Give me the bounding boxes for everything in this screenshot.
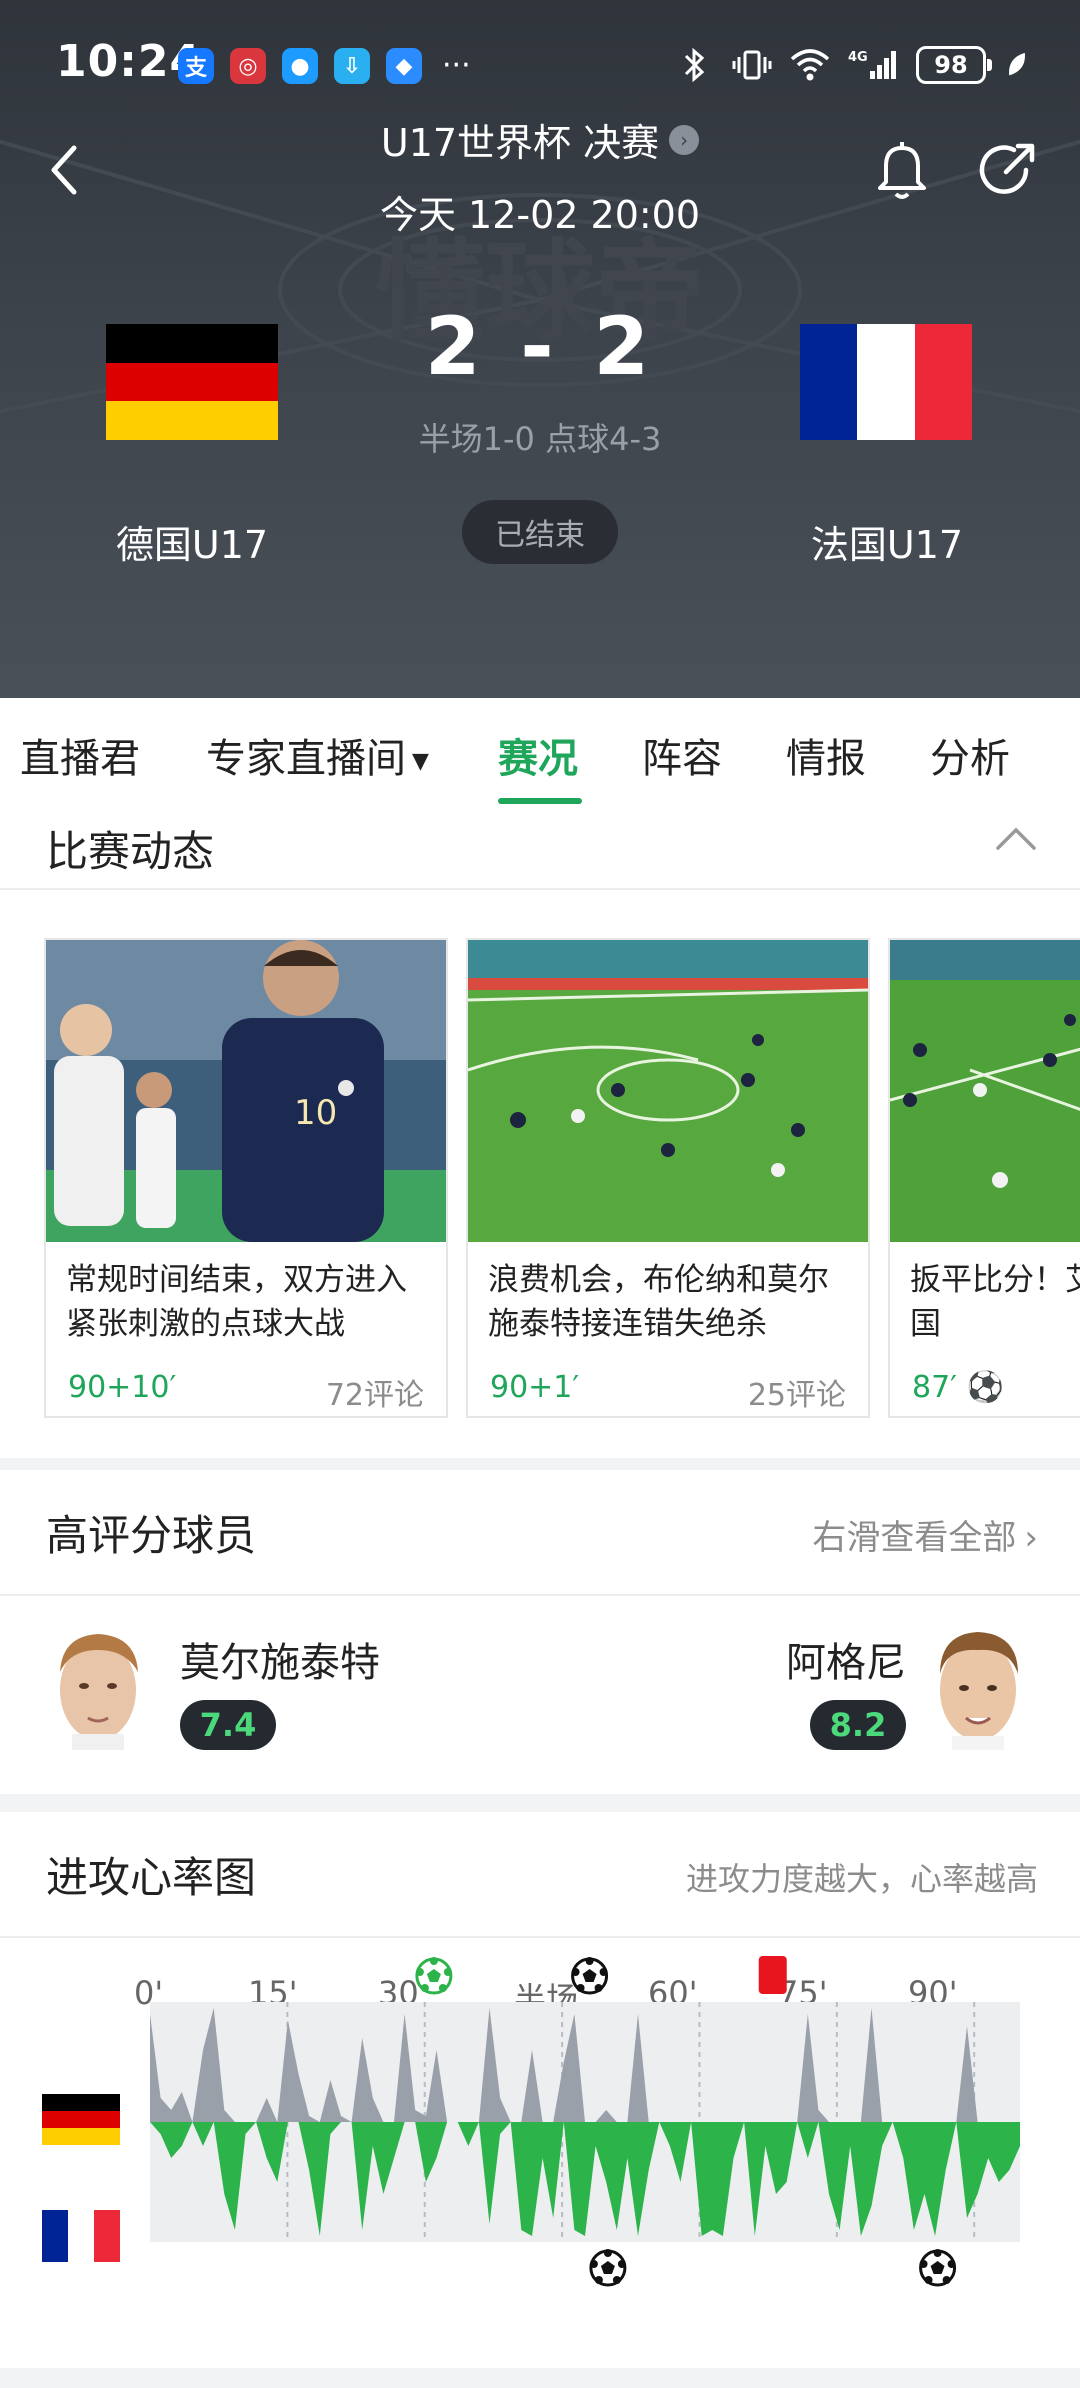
news-thumbnail: 10 [46, 940, 446, 1242]
tab-bar: 直播君 专家直播间 ▼ 赛况 阵容 情报 分析 [0, 698, 1080, 808]
match-status-badge: 已结束 [462, 500, 618, 564]
news-headline: 扳平比分！艾古进球，法国 [910, 1262, 1080, 1342]
top-players-header: 高评分球员 右滑查看全部 › [0, 1470, 1080, 1596]
news-app-icon: ◎ [230, 48, 266, 84]
tab-analysis[interactable]: 分析 [930, 726, 1010, 786]
dropdown-caret-icon: ▼ [412, 748, 429, 774]
status-bar: 10:24 支 ◎ ● ⇩ ◆ ··· 4G 98 [0, 0, 1080, 130]
match-dynamics-viewport: 比赛动态 10 常规时间结束，双方进入紧张刺激的点球大战 90+10′ 72评论 [0, 808, 1080, 1458]
battery-indicator: 98 [916, 46, 992, 84]
news-headline: 浪费机会，布伦纳和莫尔施泰特接连错失绝杀 [488, 1262, 829, 1342]
player-avatar[interactable] [46, 1620, 150, 1750]
active-tab-indicator [498, 798, 582, 804]
match-dynamics-header[interactable]: 比赛动态 [0, 808, 1080, 890]
battery-saver-leaf-icon [1009, 52, 1025, 76]
tab-match-status[interactable]: 赛况 [498, 726, 578, 786]
bell-icon[interactable] [872, 138, 932, 202]
chevron-right-icon: › [1024, 1518, 1038, 1558]
match-dynamics-section: 比赛动态 10 常规时间结束，双方进入紧张刺激的点球大战 90+10′ 72评论 [0, 808, 1080, 1458]
home-team-name[interactable]: 德国U17 [62, 514, 322, 569]
news-card[interactable]: 10 常规时间结束，双方进入紧张刺激的点球大战 90+10′ 72评论 [44, 938, 448, 1418]
goal-ball-icon [919, 2249, 957, 2287]
attack-heart-rate-section: 进攻心率图 进攻力度越大，心率越高 0' 15' 30' 半场 60' 75' … [0, 1812, 1080, 2368]
status-icons: 4G 98 [674, 46, 1030, 84]
download-app-icon: ⇩ [334, 48, 370, 84]
svg-text:4G: 4G [848, 50, 868, 65]
news-minute: 87′ ⚽ [912, 1370, 1004, 1405]
news-thumbnail [468, 940, 868, 1242]
player-rating-badge: 7.4 [180, 1700, 276, 1750]
section-subtitle: 进攻力度越大，心率越高 [685, 1860, 1038, 1898]
chevron-up-icon[interactable] [994, 824, 1038, 854]
news-minute: 90+1′ [490, 1370, 580, 1405]
news-card[interactable]: 扳平比分！艾古进球，法国 87′ ⚽ [888, 938, 1080, 1418]
news-comment-count[interactable]: 72评论 [326, 1370, 424, 1414]
news-headline: 常规时间结束，双方进入紧张刺激的点球大战 [66, 1262, 407, 1342]
wifi-icon [790, 49, 830, 81]
back-arrow-icon[interactable] [44, 142, 88, 198]
alipay-icon: 支 [178, 48, 214, 84]
player-rating-badge: 8.2 [810, 1700, 906, 1750]
browser-app-icon: ◆ [386, 48, 422, 84]
competition-title-text: U17世界杯 决赛 [380, 121, 660, 165]
player-name[interactable]: 阿格尼 [786, 1630, 906, 1688]
goal-ball-icon [571, 1957, 609, 1995]
score-detail: 半场1-0 点球4-3 [418, 420, 662, 458]
message-app-icon: ● [282, 48, 318, 84]
view-all-link[interactable]: 右滑查看全部 › [812, 1510, 1038, 1559]
news-card[interactable]: 浪费机会，布伦纳和莫尔施泰特接连错失绝杀 90+1′ 25评论 [466, 938, 870, 1418]
match-score: 2 - 2 [424, 300, 656, 393]
news-minute: 90+10′ [68, 1370, 177, 1405]
tab-expert-live[interactable]: 专家直播间 ▼ [206, 726, 429, 786]
section-title: 高评分球员 [46, 1511, 257, 1560]
goal-ball-icon [415, 1957, 453, 1995]
tab-intel[interactable]: 情报 [786, 726, 866, 786]
section-title: 进攻心率图 [46, 1853, 257, 1902]
away-team-name[interactable]: 法国U17 [757, 514, 1017, 569]
top-rated-players-section: 高评分球员 右滑查看全部 › 莫尔施泰特 7.4 阿格尼 8.2 [0, 1470, 1080, 1794]
section-title: 比赛动态 [46, 827, 215, 876]
competition-title[interactable]: U17世界杯 决赛 › [340, 112, 740, 167]
bluetooth-icon [684, 47, 705, 83]
share-icon[interactable] [976, 140, 1038, 202]
germany-flag [106, 324, 278, 440]
soccer-ball-icon: ⚽ [957, 1370, 1004, 1405]
news-thumbnail [890, 940, 1080, 1242]
tab-lineup[interactable]: 阵容 [642, 726, 722, 786]
player-avatar[interactable] [926, 1620, 1030, 1750]
more-notifications-icon: ··· [442, 48, 471, 83]
svg-text:10: 10 [294, 1093, 337, 1133]
red-card-icon [758, 1956, 787, 1994]
france-flag-small [42, 2210, 120, 2262]
match-header: 懂球帝 10:24 支 ◎ ● ⇩ ◆ ··· 4G 98 U17世界杯 决赛 › 今天 … [0, 0, 1080, 698]
france-flag [800, 324, 972, 440]
match-datetime: 今天 12-02 20:00 [379, 193, 701, 237]
germany-flag-small [42, 2094, 120, 2145]
cellular-4g-icon: 4G [848, 50, 896, 79]
vibrate-icon [732, 50, 772, 80]
player-name[interactable]: 莫尔施泰特 [180, 1630, 380, 1688]
tab-live-host[interactable]: 直播君 [20, 726, 140, 786]
notification-app-icons: 支 ◎ ● ⇩ ◆ ··· [178, 48, 471, 84]
chevron-right-icon: › [669, 124, 700, 155]
goal-ball-icon [589, 2249, 627, 2287]
heart-rate-chart [42, 1956, 1020, 2287]
news-comment-count[interactable]: 25评论 [748, 1370, 846, 1414]
